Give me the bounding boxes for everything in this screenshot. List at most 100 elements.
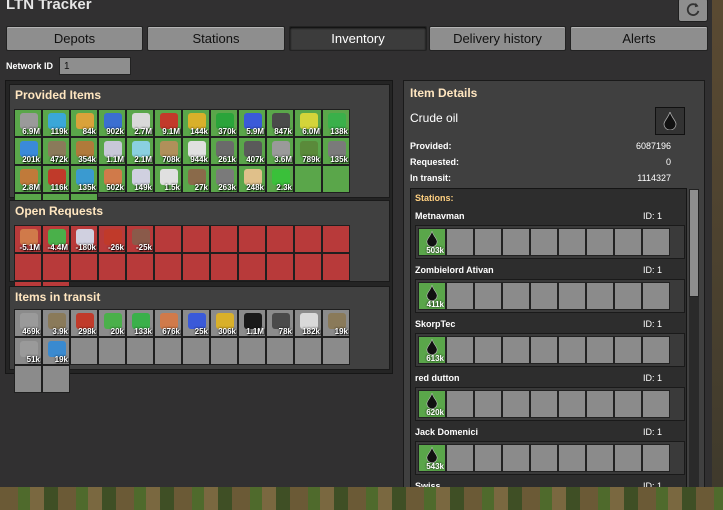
item-slot[interactable]: -5.1M	[14, 225, 42, 253]
item-slot[interactable]: 2.8M	[14, 165, 42, 193]
station-item-slot[interactable]: 543k	[418, 444, 446, 472]
item-count: 944k	[190, 155, 208, 164]
requested-label: Requested:	[410, 157, 460, 167]
item-count: 3.6M	[274, 155, 292, 164]
item-slot[interactable]: 9.1M	[154, 109, 182, 137]
item-slot[interactable]: 25k	[182, 309, 210, 337]
item-count: 676k	[162, 327, 180, 336]
station-entry[interactable]: Jack Domenici ID: 1 543k	[413, 427, 685, 479]
tab-alerts[interactable]: Alerts	[570, 26, 708, 51]
item-slot[interactable]: 133k	[126, 309, 154, 337]
item-slot[interactable]: 201k	[14, 137, 42, 165]
item-slot[interactable]: 306k	[210, 309, 238, 337]
item-slot[interactable]: 263k	[210, 165, 238, 193]
item-slot[interactable]: 1.1M	[238, 309, 266, 337]
station-item-slot[interactable]: 620k	[418, 390, 446, 418]
item-count: 27k	[194, 183, 208, 192]
empty-slot	[70, 253, 98, 281]
item-slot[interactable]: 261k	[210, 137, 238, 165]
item-slot[interactable]: 3.6M	[266, 137, 294, 165]
empty-slot	[642, 282, 670, 310]
item-slot[interactable]: 135k	[70, 165, 98, 193]
empty-slot	[14, 365, 42, 393]
item-count: 613k	[426, 354, 444, 363]
item-count: -180k	[75, 243, 96, 252]
item-slot[interactable]: 116k	[42, 165, 70, 193]
item-slot[interactable]: 144k	[182, 109, 210, 137]
network-id-input[interactable]	[59, 57, 131, 75]
item-slot[interactable]: 370k	[210, 109, 238, 137]
stations-scrollbar-thumb[interactable]	[689, 189, 699, 297]
item-slot[interactable]: -4.4M	[42, 225, 70, 253]
items-in-transit-heading: Items in transit	[15, 290, 101, 304]
item-slot[interactable]: -180k	[70, 225, 98, 253]
item-slot[interactable]: 2.7M	[126, 109, 154, 137]
station-item-slot[interactable]: 411k	[418, 282, 446, 310]
item-slot[interactable]: 789k	[294, 137, 322, 165]
background-edge	[712, 0, 723, 487]
station-item-row: 613k	[415, 333, 685, 367]
station-name: Metnavman	[415, 211, 465, 221]
station-entry[interactable]: Metnavman ID: 1 503k	[413, 211, 685, 263]
item-slot[interactable]: 138k	[322, 109, 350, 137]
refresh-button[interactable]	[678, 0, 708, 22]
item-slot[interactable]: 2.3k	[266, 165, 294, 193]
station-item-slot[interactable]: 613k	[418, 336, 446, 364]
in-transit-value: 1114327	[637, 173, 671, 183]
item-count: 306k	[218, 327, 236, 336]
item-slot[interactable]: 19k	[42, 337, 70, 365]
item-slot[interactable]: 51k	[14, 337, 42, 365]
item-slot[interactable]: 149k	[126, 165, 154, 193]
item-slot[interactable]: 135k	[322, 137, 350, 165]
station-entry[interactable]: Zombielord Ativan ID: 1 411k	[413, 265, 685, 317]
item-slot[interactable]: 6.0M	[294, 109, 322, 137]
item-slot[interactable]: 1.1M	[98, 137, 126, 165]
item-slot[interactable]: 502k	[98, 165, 126, 193]
item-slot[interactable]: 3.9k	[42, 309, 70, 337]
tab-stations[interactable]: Stations	[147, 26, 285, 51]
item-slot[interactable]: 27k	[182, 165, 210, 193]
item-slot[interactable]: 84k	[70, 109, 98, 137]
item-slot[interactable]: 944k	[182, 137, 210, 165]
station-item-row: 411k	[415, 279, 685, 313]
item-slot[interactable]: 708k	[154, 137, 182, 165]
empty-slot	[70, 337, 98, 365]
empty-slot	[266, 253, 294, 281]
item-slot[interactable]: 5.9M	[238, 109, 266, 137]
item-slot[interactable]: 20k	[98, 309, 126, 337]
item-slot[interactable]: 182k	[294, 309, 322, 337]
stations-scrollbar[interactable]	[689, 189, 699, 489]
item-slot[interactable]: 472k	[42, 137, 70, 165]
item-slot[interactable]: 902k	[98, 109, 126, 137]
empty-slot	[322, 165, 350, 193]
item-slot[interactable]: 407k	[238, 137, 266, 165]
item-slot[interactable]: 6.9M	[14, 109, 42, 137]
game-world-background	[0, 487, 723, 510]
item-slot[interactable]: 78k	[266, 309, 294, 337]
item-slot[interactable]: 298k	[70, 309, 98, 337]
item-count: 248k	[246, 183, 264, 192]
empty-slot	[154, 253, 182, 281]
item-slot[interactable]: 248k	[238, 165, 266, 193]
station-entry[interactable]: SkorpTec ID: 1 613k	[413, 319, 685, 371]
item-slot[interactable]: 469k	[14, 309, 42, 337]
item-icon-button[interactable]	[655, 107, 685, 135]
item-slot[interactable]: 847k	[266, 109, 294, 137]
empty-slot	[474, 282, 502, 310]
item-slot[interactable]: 1.5k	[154, 165, 182, 193]
empty-slot	[294, 253, 322, 281]
item-slot[interactable]: -26k	[98, 225, 126, 253]
tab-depots[interactable]: Depots	[6, 26, 143, 51]
item-slot[interactable]: 119k	[42, 109, 70, 137]
tab-inventory[interactable]: Inventory	[289, 26, 427, 51]
station-entry[interactable]: red dutton ID: 1 620k	[413, 373, 685, 425]
item-slot[interactable]: -25k	[126, 225, 154, 253]
empty-slot	[502, 390, 530, 418]
empty-slot	[42, 365, 70, 393]
item-slot[interactable]: 354k	[70, 137, 98, 165]
tab-delivery-history[interactable]: Delivery history	[429, 26, 566, 51]
station-item-slot[interactable]: 503k	[418, 228, 446, 256]
item-slot[interactable]: 2.1M	[126, 137, 154, 165]
item-slot[interactable]: 19k	[322, 309, 350, 337]
item-slot[interactable]: 676k	[154, 309, 182, 337]
